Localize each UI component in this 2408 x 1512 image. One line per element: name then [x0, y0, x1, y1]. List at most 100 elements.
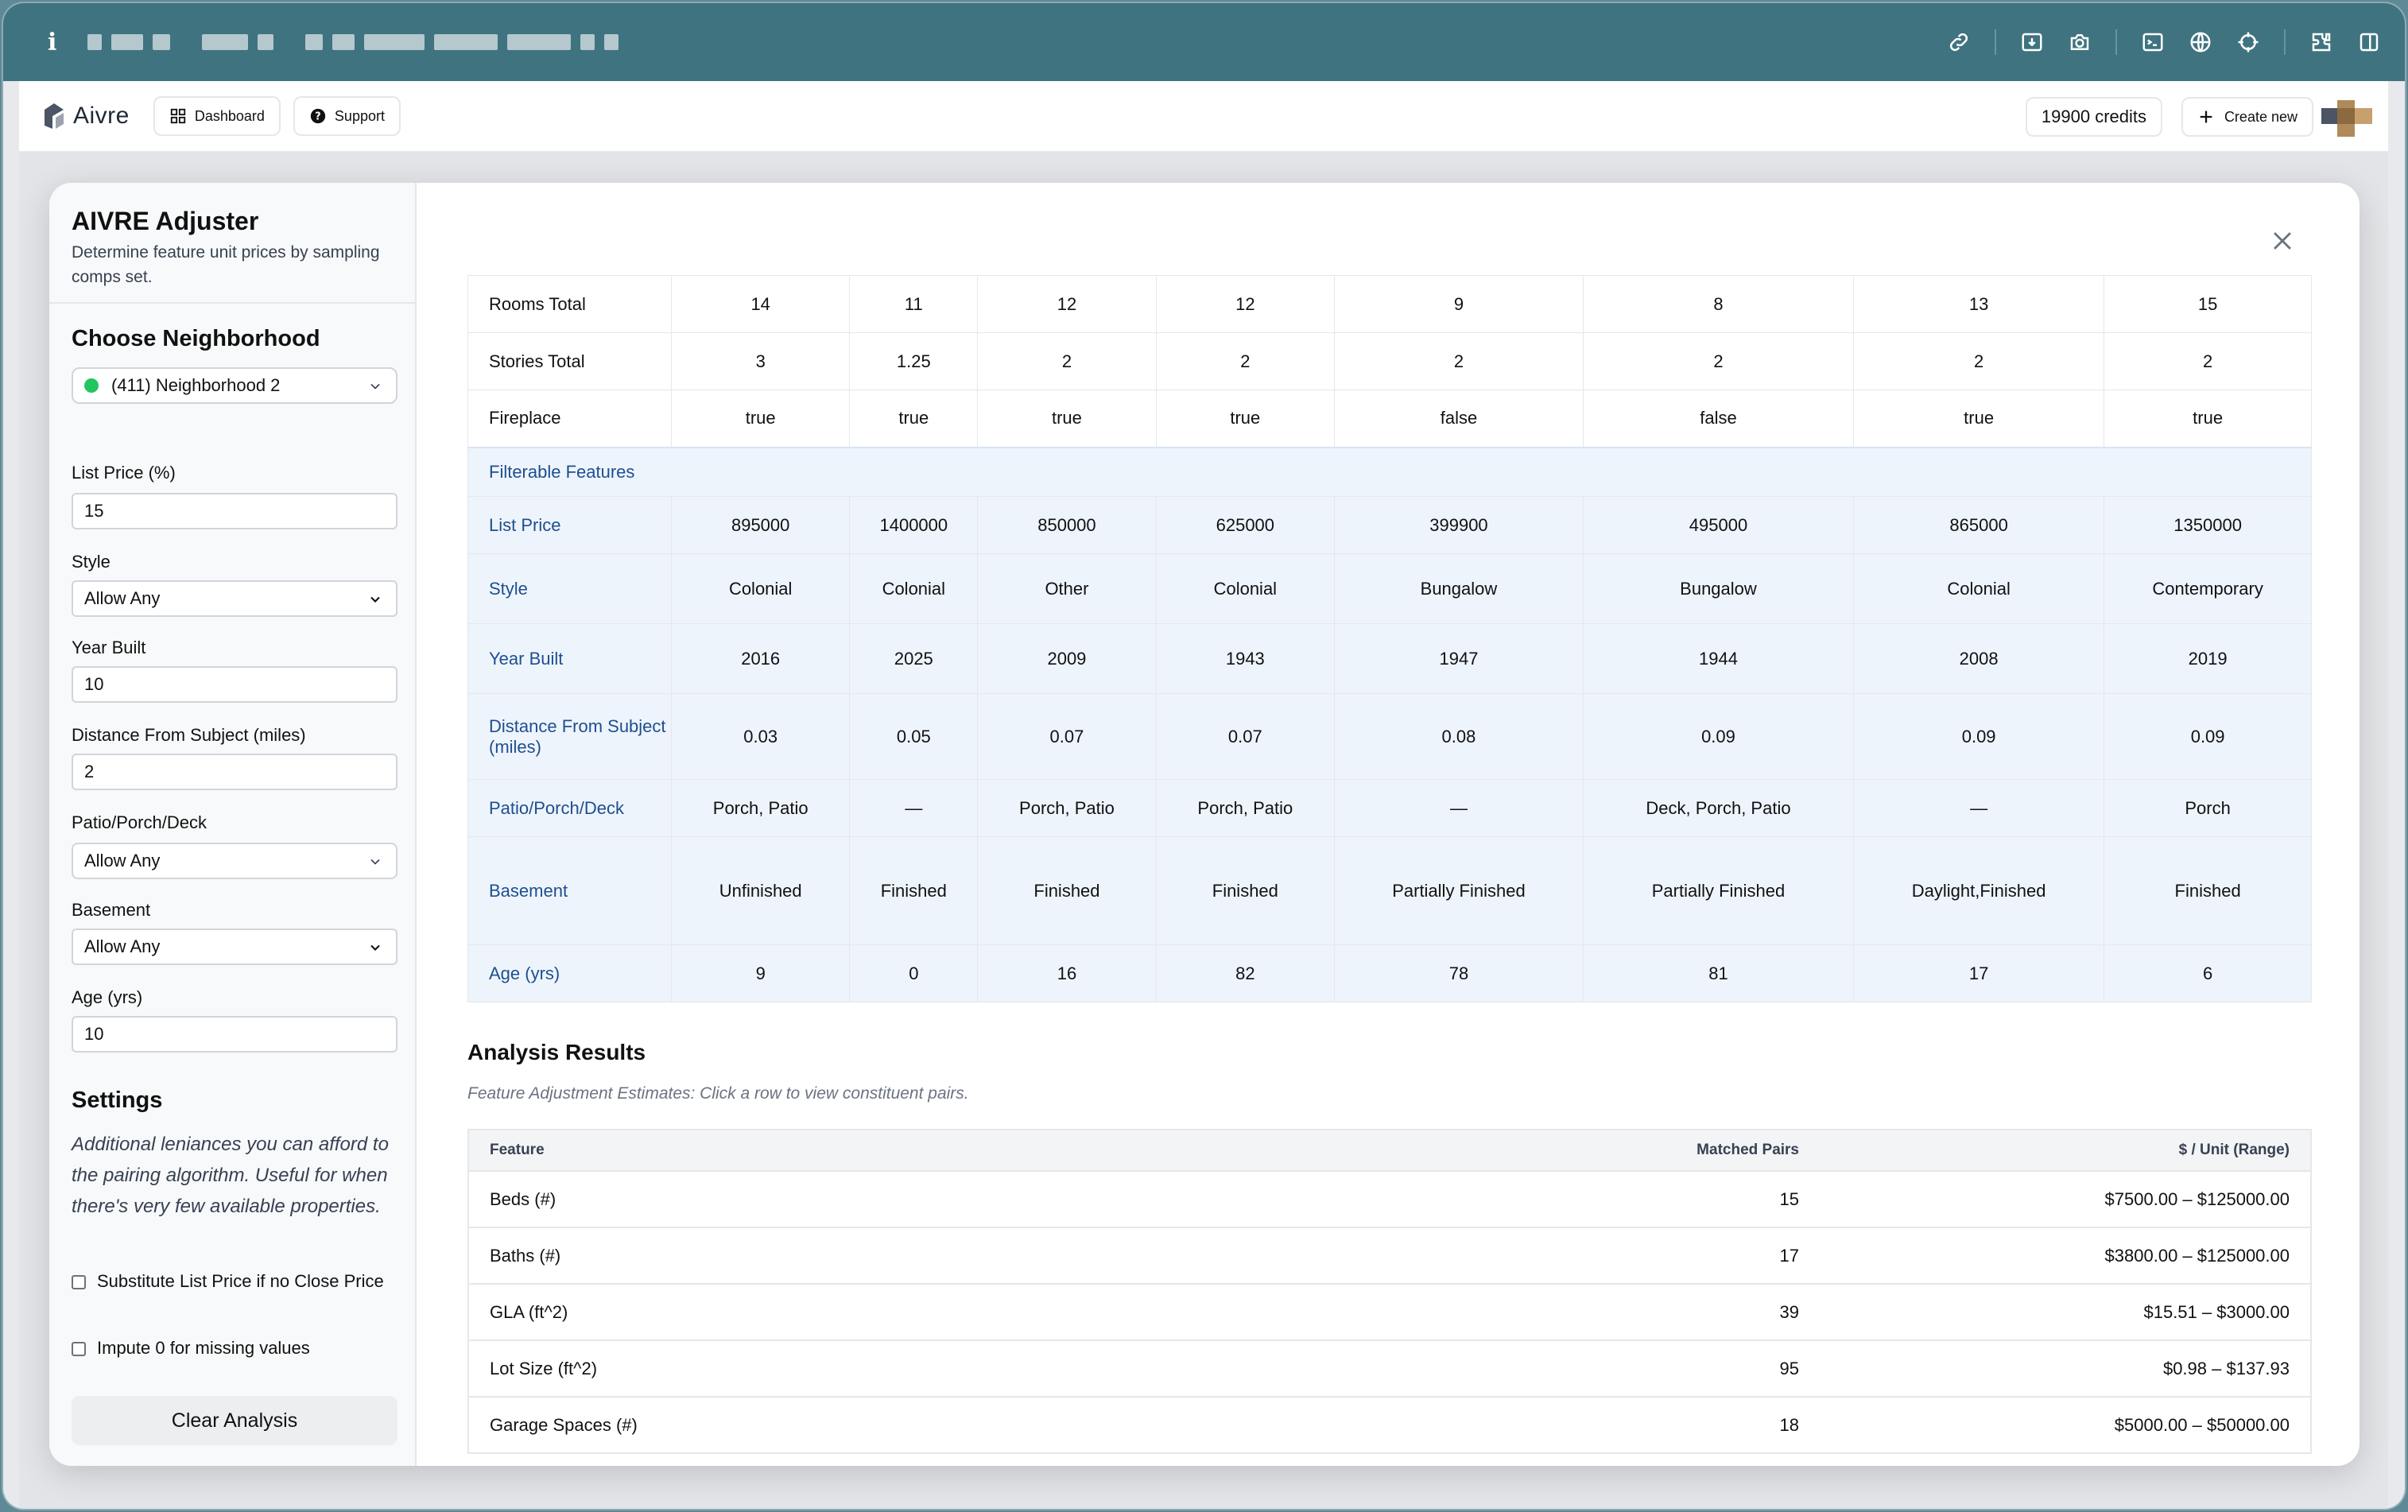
clear-analysis-button[interactable]: Clear Analysis [72, 1396, 397, 1445]
redacted-url[interactable] [87, 34, 628, 50]
feature-cell: 81 [1582, 944, 1855, 1002]
feature-row: List Price 895000 1400000 850000 625000 39990… [467, 496, 2312, 554]
analysis-range-cell: $7500.00 – $125000.00 [1820, 1171, 2311, 1228]
feature-row: Style Colonial Colonial Other Colonial Bungal… [467, 553, 2312, 624]
analysis-range-cell: $15.51 – $3000.00 [1820, 1284, 2311, 1341]
feature-cell: 15 [2104, 275, 2312, 333]
feature-cell: Daylight,Finished [1853, 836, 2105, 945]
feature-cell: 6 [2104, 944, 2312, 1002]
feature-cell: false [1334, 390, 1584, 448]
style-select[interactable]: Allow Any [72, 580, 397, 617]
feature-cell: Finished [849, 836, 979, 945]
feature-row-label: Basement [467, 836, 672, 945]
analysis-feature-cell: Baths (#) [468, 1227, 1661, 1285]
logo-text: Aivre [73, 103, 130, 129]
credits-badge[interactable]: 19900 credits [2025, 97, 2162, 137]
extension-icon[interactable] [2309, 30, 2333, 54]
feature-cell: 3 [670, 332, 851, 390]
feature-cell: true [1155, 390, 1336, 448]
year-built-input[interactable]: 10 [72, 666, 397, 703]
close-icon[interactable] [2269, 227, 2296, 254]
impute-zero-label: Impute 0 for missing values [97, 1338, 310, 1358]
analysis-pairs-cell: 95 [1661, 1340, 1820, 1398]
feature-cell: 399900 [1334, 496, 1584, 554]
list-price-input[interactable]: 15 [72, 493, 397, 529]
feature-cell: true [670, 390, 851, 448]
age-input[interactable]: 10 [72, 1016, 397, 1053]
feature-row-label: Distance From Subject (miles) [467, 693, 672, 780]
settings-help-text: Additional leniances you can afford to t… [72, 1134, 389, 1217]
plus-icon [2200, 110, 2212, 123]
feature-cell: Porch, Patio [977, 779, 1157, 837]
substitute-list-price-checkbox[interactable]: Substitute List Price if no Close Price [72, 1269, 397, 1293]
basement-value: Allow Any [84, 936, 161, 956]
create-new-button[interactable]: Create new [2181, 97, 2313, 137]
analysis-feature-cell: GLA (ft^2) [468, 1284, 1661, 1341]
analysis-row[interactable]: Baths (#) 17 $3800.00 – $125000.00 [468, 1227, 2311, 1285]
filterable-features-section-row: Filterable Features [467, 446, 2312, 497]
feature-cell: 0 [849, 944, 979, 1002]
analysis-row[interactable]: Beds (#) 15 $7500.00 – $125000.00 [468, 1171, 2311, 1228]
logo-mark-icon [41, 102, 67, 130]
feature-cell: — [849, 779, 979, 837]
feature-cell: Partially Finished [1582, 836, 1855, 945]
patio-value: Allow Any [84, 851, 161, 870]
basement-select[interactable]: Allow Any [72, 929, 397, 965]
feature-cell: Bungalow [1582, 553, 1855, 624]
feature-row: Rooms Total 14 11 12 12 9 8 13 15 [467, 275, 2312, 333]
app-logo[interactable]: Aivre [41, 102, 130, 130]
patio-select[interactable]: Allow Any [72, 843, 397, 879]
feature-row-label: Fireplace [467, 390, 672, 448]
feature-row-label: Style [467, 553, 672, 624]
distance-label: Distance From Subject (miles) [72, 725, 306, 745]
distance-input[interactable]: 2 [72, 754, 397, 790]
features-table-container[interactable]: Rooms Total 14 11 12 12 9 8 13 15 Stories Total 3 1… [467, 275, 2312, 1099]
browser-toolbar-icons [1947, 3, 2381, 81]
nav-dashboard-label: Dashboard [194, 107, 265, 124]
feature-cell: Bungalow [1334, 553, 1584, 624]
impute-zero-checkbox[interactable]: Impute 0 for missing values [72, 1336, 397, 1360]
link-icon[interactable] [1947, 30, 1971, 54]
chevron-down-icon [370, 596, 380, 603]
checkbox-box[interactable] [72, 1275, 86, 1289]
analysis-row[interactable]: GLA (ft^2) 39 $15.51 – $3000.00 [468, 1284, 2311, 1341]
chevron-down-icon [370, 944, 380, 951]
neighborhood-value: (411) Neighborhood 2 [111, 375, 281, 395]
sidebar-icon[interactable] [2357, 30, 2381, 54]
feature-cell: true [1853, 390, 2105, 448]
feature-cell: Contemporary [2104, 553, 2312, 624]
globe-icon[interactable] [2189, 30, 2212, 54]
feature-cell: 865000 [1853, 496, 2105, 554]
terminal-icon[interactable] [2141, 30, 2165, 54]
year-built-label: Year Built [72, 638, 146, 657]
analysis-row[interactable]: Garage Spaces (#) 18 $5000.00 – $50000.00 [468, 1397, 2311, 1454]
feature-cell: 2 [1155, 332, 1336, 390]
feature-row-label: Year Built [467, 623, 672, 694]
download-icon[interactable] [2020, 30, 2044, 54]
feature-row: Stories Total 3 1.25 2 2 2 2 2 2 [467, 332, 2312, 390]
filterable-features-heading: Filterable Features [467, 446, 2312, 497]
avatar[interactable] [2321, 100, 2372, 137]
info-icon[interactable]: i [48, 29, 72, 56]
crosshair-icon[interactable] [2236, 30, 2260, 54]
camera-icon[interactable] [2068, 30, 2092, 54]
nav-support-button[interactable]: ? Support [293, 96, 401, 136]
feature-cell: Porch [2104, 779, 2312, 837]
nav-dashboard-button[interactable]: Dashboard [153, 96, 281, 136]
feature-cell: — [1853, 779, 2105, 837]
analysis-row[interactable]: Lot Size (ft^2) 95 $0.98 – $137.93 [468, 1340, 2311, 1398]
feature-cell: 1350000 [2104, 496, 2312, 554]
analysis-feature-cell: Beds (#) [468, 1171, 1661, 1228]
checkbox-box[interactable] [72, 1342, 86, 1356]
adjuster-modal: AIVRE Adjuster Determine feature unit pr… [49, 183, 2360, 1466]
feature-cell: Deck, Porch, Patio [1582, 779, 1855, 837]
feature-cell: 1.25 [849, 332, 979, 390]
feature-cell: 2 [2104, 332, 2312, 390]
feature-cell: Colonial [1155, 553, 1336, 624]
substitute-list-price-label: Substitute List Price if no Close Price [97, 1271, 384, 1291]
neighborhood-select[interactable]: (411) Neighborhood 2 [72, 367, 397, 404]
app-header: Aivre Dashboard ? Support 19900 credits … [19, 81, 2388, 153]
list-price-label: List Price (%) [72, 463, 176, 483]
header-matched-pairs: Matched Pairs [1661, 1130, 1820, 1172]
feature-cell: 12 [1155, 275, 1336, 333]
